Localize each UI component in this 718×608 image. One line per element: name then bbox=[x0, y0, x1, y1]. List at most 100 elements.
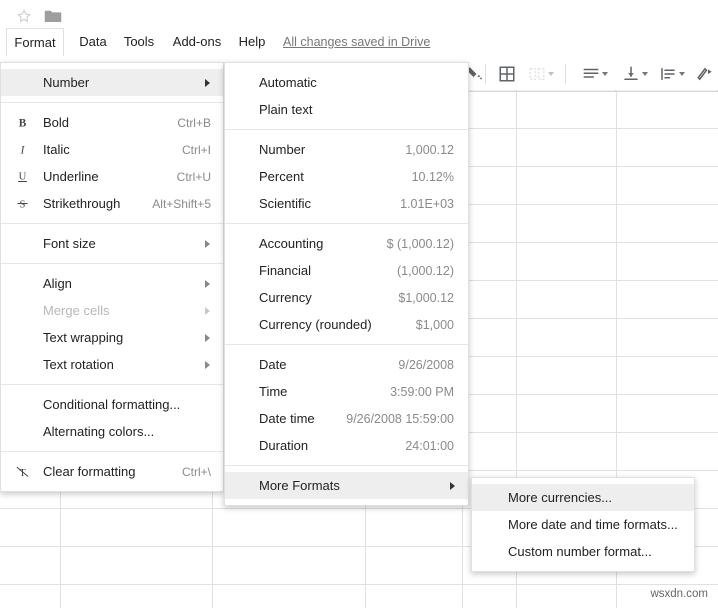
menubar-item-format[interactable]: Format bbox=[6, 28, 64, 56]
menu-item-sample-value: 9/26/2008 15:59:00 bbox=[346, 412, 454, 426]
menu-item-label: Custom number format... bbox=[508, 544, 652, 559]
more-formats-submenu[interactable]: More currencies... More date and time for… bbox=[471, 477, 695, 572]
menu-item-font-size[interactable]: Font size bbox=[1, 230, 223, 257]
menu-item-sample-value: 1.01E+03 bbox=[400, 197, 454, 211]
horizontal-align-icon[interactable] bbox=[578, 61, 604, 87]
menu-item-currency-rounded[interactable]: Currency (rounded)$1,000 bbox=[225, 311, 468, 338]
underline-icon: U bbox=[1, 169, 43, 184]
menu-item-number[interactable]: Number 1,000.12 bbox=[225, 136, 468, 163]
menu-item-label: Date bbox=[259, 357, 286, 372]
menu-separator bbox=[225, 223, 468, 224]
menu-item-strikethrough[interactable]: SStrikethrough Alt+Shift+5 bbox=[1, 190, 223, 217]
chevron-down-icon[interactable] bbox=[642, 72, 648, 76]
menu-item-label: Clear formatting bbox=[43, 464, 135, 479]
menu-item-label: Font size bbox=[43, 236, 96, 251]
chevron-right-icon bbox=[450, 482, 455, 490]
menu-item-sample-value: $1,000 bbox=[416, 318, 454, 332]
menu-item-underline[interactable]: UUnderlineCtrl+U bbox=[1, 163, 223, 190]
menu-item-shortcut: Ctrl+B bbox=[177, 116, 211, 130]
chevron-down-icon[interactable] bbox=[679, 72, 685, 76]
menu-item-label: More Formats bbox=[259, 478, 340, 493]
menu-separator bbox=[1, 263, 223, 264]
menu-bar: FormatDataToolsAdd-onsHelp All changes sa… bbox=[0, 28, 718, 56]
menu-item-label: Merge cells bbox=[43, 303, 109, 318]
menu-item-sample-value: 1,000.12 bbox=[405, 143, 454, 157]
star-icon[interactable] bbox=[16, 8, 32, 24]
menu-item-conditional-formatting[interactable]: Conditional formatting... bbox=[1, 391, 223, 418]
menu-item-time[interactable]: Time3:59:00 PM bbox=[225, 378, 468, 405]
menu-separator bbox=[1, 223, 223, 224]
chevron-down-icon[interactable] bbox=[602, 72, 608, 76]
menu-item-percent[interactable]: Percent10.12% bbox=[225, 163, 468, 190]
menu-item-plain-text[interactable]: Plain text bbox=[225, 96, 468, 123]
chevron-down-icon bbox=[548, 72, 554, 76]
svg-text:B: B bbox=[18, 117, 26, 129]
menu-item-text-wrapping[interactable]: Text wrapping bbox=[1, 324, 223, 351]
svg-text:U: U bbox=[18, 172, 26, 183]
text-wrapping-icon[interactable] bbox=[655, 61, 681, 87]
strikethrough-icon: S bbox=[1, 196, 43, 211]
menu-item-label: Align bbox=[43, 276, 72, 291]
menu-item-more-currencies[interactable]: More currencies... bbox=[472, 484, 694, 511]
menu-item-custom-number-format[interactable]: Custom number format... bbox=[472, 538, 694, 565]
menu-item-label: Number bbox=[259, 142, 305, 157]
menu-separator bbox=[1, 102, 223, 103]
borders-icon[interactable] bbox=[494, 61, 520, 87]
menu-separator bbox=[225, 129, 468, 130]
text-rotation-icon[interactable] bbox=[692, 61, 718, 87]
menu-item-currency[interactable]: Currency $1,000.12 bbox=[225, 284, 468, 311]
menu-item-label: More date and time formats... bbox=[508, 517, 678, 532]
menu-item-date[interactable]: Date 9/26/2008 bbox=[225, 351, 468, 378]
menu-item-sample-value: 9/26/2008 bbox=[398, 358, 454, 372]
menu-item-scientific[interactable]: Scientific 1.01E+03 bbox=[225, 190, 468, 217]
menu-separator bbox=[225, 465, 468, 466]
vertical-align-icon[interactable] bbox=[618, 61, 644, 87]
menu-item-label: Accounting bbox=[259, 236, 323, 251]
menubar-item-data[interactable]: Data bbox=[70, 28, 116, 56]
menu-item-more-formats[interactable]: More Formats bbox=[225, 472, 468, 499]
menu-item-accounting[interactable]: Accounting $ (1,000.12) bbox=[225, 230, 468, 257]
menu-item-duration[interactable]: Duration24:01:00 bbox=[225, 432, 468, 459]
document-top-bar bbox=[0, 0, 718, 28]
format-menu[interactable]: Number BBoldCtrl+BIItalicCtrl+IUUnderline… bbox=[0, 62, 224, 492]
menubar-item-help[interactable]: Help bbox=[230, 28, 274, 56]
menu-item-label: Time bbox=[259, 384, 287, 399]
menu-item-automatic[interactable]: Automatic bbox=[225, 69, 468, 96]
menubar-item-add-ons[interactable]: Add-ons bbox=[162, 28, 232, 56]
menu-item-financial[interactable]: Financial(1,000.12) bbox=[225, 257, 468, 284]
menu-item-alternating-colors[interactable]: Alternating colors... bbox=[1, 418, 223, 445]
menu-item-more-date-and-time-formats[interactable]: More date and time formats... bbox=[472, 511, 694, 538]
save-status-link[interactable]: All changes saved in Drive bbox=[283, 28, 430, 56]
menu-item-date-time[interactable]: Date time 9/26/2008 15:59:00 bbox=[225, 405, 468, 432]
menu-item-clear-formatting[interactable]: TClear formattingCtrl+\ bbox=[1, 458, 223, 485]
menu-item-label: Currency bbox=[259, 290, 312, 305]
menu-item-label: Number bbox=[43, 75, 89, 90]
menu-item-sample-value: $ (1,000.12) bbox=[387, 237, 454, 251]
chevron-right-icon bbox=[205, 280, 210, 288]
menu-item-label: Conditional formatting... bbox=[43, 397, 180, 412]
menu-item-label: Duration bbox=[259, 438, 308, 453]
menu-item-label: More currencies... bbox=[508, 490, 612, 505]
menu-item-align[interactable]: Align bbox=[1, 270, 223, 297]
grid-row-line bbox=[0, 584, 718, 585]
menu-item-text-rotation[interactable]: Text rotation bbox=[1, 351, 223, 378]
menu-item-label: Italic bbox=[43, 142, 70, 157]
menu-item-number[interactable]: Number bbox=[1, 69, 223, 96]
folder-icon[interactable] bbox=[44, 9, 62, 23]
menu-item-sample-value: (1,000.12) bbox=[397, 264, 454, 278]
menu-item-label: Strikethrough bbox=[43, 196, 120, 211]
menu-item-label: Date time bbox=[259, 411, 315, 426]
menubar-item-tools[interactable]: Tools bbox=[114, 28, 164, 56]
menu-item-sample-value: $1,000.12 bbox=[398, 291, 454, 305]
bold-icon: B bbox=[1, 115, 43, 130]
menu-item-italic[interactable]: IItalicCtrl+I bbox=[1, 136, 223, 163]
menu-item-label: Scientific bbox=[259, 196, 311, 211]
menu-item-shortcut: Alt+Shift+5 bbox=[152, 197, 211, 211]
menu-item-label: Plain text bbox=[259, 102, 312, 117]
watermark: wsxdn.com bbox=[650, 588, 708, 600]
menu-item-sample-value: 10.12% bbox=[412, 170, 454, 184]
number-format-submenu[interactable]: Automatic Plain text Number 1,000.12 Percent… bbox=[224, 62, 469, 506]
menu-item-bold[interactable]: BBoldCtrl+B bbox=[1, 109, 223, 136]
menu-separator bbox=[1, 384, 223, 385]
menu-item-label: Text wrapping bbox=[43, 330, 123, 345]
